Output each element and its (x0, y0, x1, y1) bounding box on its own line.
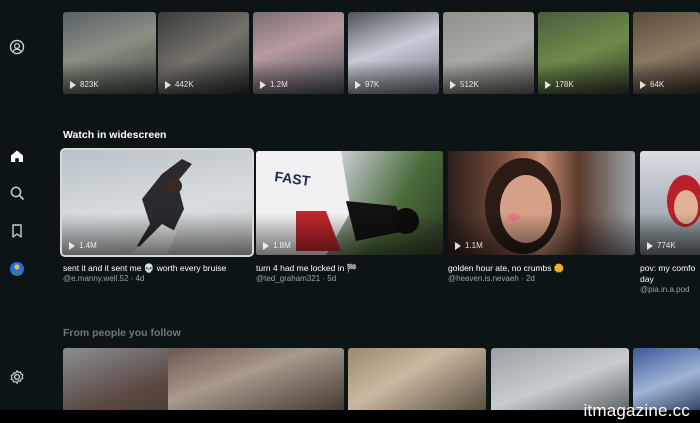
settings-icon[interactable] (8, 368, 26, 386)
thumbnail-shade (158, 61, 249, 94)
video-caption: pov: my comfo day (640, 263, 696, 284)
account-circle-icon-svg (9, 39, 25, 55)
thumbnail-shade (443, 61, 534, 94)
video-card-2[interactable]: FAST 1.8M (256, 151, 443, 255)
thumbnail-shade (63, 61, 156, 94)
section-title-widescreen: Watch in widescreen (63, 129, 167, 141)
view-count-text: 64K (650, 80, 665, 89)
video-caption: turn 4 had me locked in 🏁 (256, 263, 358, 273)
bookmark-icon-svg (12, 224, 22, 238)
view-count: 1.1M (455, 241, 483, 250)
play-icon (165, 80, 171, 89)
video-card-3[interactable]: 1.1M (448, 151, 635, 255)
video-meta[interactable]: @e.manny.well.52 · 4d (63, 274, 251, 283)
video-caption: sent it and it sent me 💀 worth every bru… (63, 263, 227, 273)
video-card-4[interactable]: 774K (640, 151, 700, 255)
play-icon (450, 80, 456, 89)
view-count: 64K (640, 80, 664, 89)
section-title-following: From people you follow (63, 327, 181, 339)
view-count: 1.4M (69, 241, 97, 250)
thumbnail-shade (633, 61, 700, 94)
play-icon (69, 241, 75, 250)
view-count-text: 178K (555, 80, 574, 89)
view-count-text: 442K (175, 80, 194, 89)
thumbnail-shade (538, 61, 629, 94)
search-icon-svg (10, 186, 24, 200)
view-count: 512K (450, 80, 479, 89)
video-thumbnail[interactable]: 1.2M (253, 12, 344, 94)
avatar[interactable] (8, 260, 26, 278)
view-count-text: 1.2M (270, 80, 288, 89)
thumbnail-shade (253, 61, 344, 94)
view-count-text: 823K (80, 80, 99, 89)
search-icon[interactable] (8, 184, 26, 202)
view-count: 178K (545, 80, 574, 89)
account-circle-icon[interactable] (8, 38, 26, 56)
video-thumbnail[interactable]: 823K (63, 12, 156, 94)
video-meta[interactable]: @ted_graham321 · 5d (256, 274, 442, 283)
video-thumbnail[interactable]: 512K (443, 12, 534, 94)
thumbnail-shade (348, 61, 439, 94)
video-meta[interactable]: @pia.in.a.pod (640, 285, 700, 294)
video-thumbnail[interactable]: 442K (158, 12, 249, 94)
sidebar (0, 0, 34, 410)
view-count: 823K (70, 80, 99, 89)
video-meta[interactable]: @heaven.is.nevaeh · 2d (448, 274, 634, 283)
view-count: 97K (355, 80, 379, 89)
video-thumbnail[interactable] (348, 348, 486, 410)
view-count-text: 1.1M (465, 241, 483, 250)
home-icon-svg (11, 150, 23, 162)
view-count-text: 774K (657, 241, 676, 250)
app-window: 823K 442K 1.2M 97K 512K 178K 64K Watch i… (0, 0, 700, 410)
view-count: 1.8M (263, 241, 291, 250)
play-icon (647, 241, 653, 250)
watermark: itmagazine.cc (583, 401, 690, 420)
play-icon (455, 241, 461, 250)
video-thumbnail[interactable]: 64K (633, 12, 700, 94)
view-count-text: 1.4M (79, 241, 97, 250)
view-count: 442K (165, 80, 194, 89)
settings-icon-svg (10, 370, 24, 384)
video-card-1[interactable]: 1.4M (60, 148, 254, 257)
avatar-svg (10, 262, 24, 276)
view-count-text: 97K (365, 80, 380, 89)
play-icon (263, 241, 269, 250)
view-count: 1.2M (260, 80, 288, 89)
view-count: 774K (647, 241, 676, 250)
view-count-text: 512K (460, 80, 479, 89)
video-thumbnail[interactable]: 178K (538, 12, 629, 94)
play-icon (355, 80, 361, 89)
play-icon (70, 80, 76, 89)
video-thumbnail[interactable]: 97K (348, 12, 439, 94)
play-icon (260, 80, 266, 89)
home-icon[interactable] (8, 147, 26, 165)
play-icon (640, 80, 646, 89)
video-thumbnail[interactable] (168, 348, 344, 410)
video-caption: golden hour ate, no crumbs 🌼 (448, 263, 565, 273)
play-icon (545, 80, 551, 89)
bookmark-icon[interactable] (8, 222, 26, 240)
view-count-text: 1.8M (273, 241, 291, 250)
